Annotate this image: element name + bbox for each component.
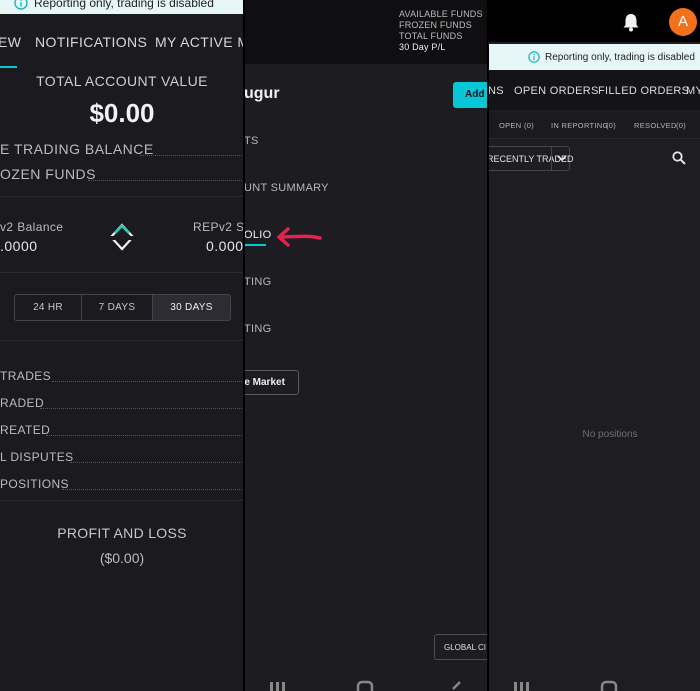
reporting-only-banner: Reporting only, trading is disabled [0,0,244,14]
rep-staked-value: 0.000 [206,238,244,254]
tab-positions[interactable]: NS [488,85,504,97]
reporting-only-banner: Reporting only, trading is disabled [488,44,700,70]
profit-and-loss-label: PROFIT AND LOSS [57,525,187,541]
menu-item-portfolio[interactable]: OLIO [244,229,272,241]
augur-brand: ugur [244,85,280,102]
dropdown-separator [551,147,552,170]
available-funds-label: AVAILABLE FUNDS [399,9,483,19]
funds-header: AVAILABLE FUNDS FROZEN FUNDS TOTAL FUNDS… [244,0,488,64]
stat-successful-disputes-label: L DISPUTES [0,450,74,464]
filter-resolved-count: (0) [676,121,687,130]
active-tab-underline [0,66,17,68]
global-chat-button[interactable]: GLOBAL CI [434,634,488,660]
tab-my-active-markets[interactable]: MY ACTIVE M [155,34,244,50]
stat-markets-traded-label: RADED [0,396,45,410]
total-account-value-label: TOTAL ACCOUNT VALUE [36,73,208,89]
banner-text: Reporting only, trading is disabled [545,52,695,63]
menu-item-markets[interactable]: TS [244,135,259,147]
info-icon [528,51,540,63]
rep-balance-label: v2 Balance [0,220,64,234]
menu-item-disputing[interactable]: TING [244,276,271,288]
filter-open[interactable]: OPEN [499,121,521,130]
period-24hr-button[interactable]: 24 HR [15,295,81,320]
tab-overview[interactable]: EW [0,34,21,50]
position-filter-tabs: OPEN (0) IN REPORTING (0) RESOLVED (0) [488,112,700,139]
dotted-leader [70,462,244,463]
period-7days-button[interactable]: 7 DAYS [82,295,152,320]
period-selector: 24 HR 7 DAYS 30 DAYS [14,294,231,321]
pl-30-day-label: 30 Day P/L [399,42,446,52]
portfolio-tabs: NS OPEN ORDERS FILLED ORDERS MY [488,70,700,110]
augur-logo-icon [109,223,135,251]
panel-separator [487,0,489,691]
top-app-bar: A [488,0,700,42]
section-divider [0,340,244,341]
total-account-value: $0.00 [89,98,155,128]
stat-markets-created-label: REATED [0,423,51,437]
create-market-label: te Market [244,377,285,388]
info-icon [14,0,28,10]
tab-open-orders[interactable]: OPEN ORDERS [514,85,599,97]
add-funds-button[interactable]: Add [453,82,488,108]
dotted-leader [62,489,244,490]
panel-separator [243,0,245,691]
filter-in-reporting-count: (0) [606,121,617,130]
dotted-leader [88,180,244,181]
frozen-funds-label: FROZEN FUNDS [399,20,472,30]
portfolio-menu-panel: AVAILABLE FUNDS FROZEN FUNDS TOTAL FUNDS… [244,0,488,691]
dotted-leader [40,408,244,409]
android-nav-bar [514,680,618,691]
empty-state-text: No positions [582,429,638,440]
sort-dropdown[interactable]: RECENTLY TRADED [488,146,574,171]
filter-open-count: (0) [524,121,535,130]
stat-trades-label: TRADES [0,369,52,383]
tab-my-markets[interactable]: MY [686,85,700,97]
dotted-leader [46,435,244,436]
frozen-funds-label: OZEN FUNDS [0,166,96,182]
annotation-arrow-icon [277,227,322,247]
search-icon[interactable] [672,151,686,165]
account-summary-panel: Reporting only, trading is disabled EW N… [0,0,244,691]
avatar[interactable]: A [669,8,697,36]
menu-item-account-summary[interactable]: UNT SUMMARY [244,182,329,194]
section-divider [0,500,244,501]
funds-summary: AVAILABLE FUNDS FROZEN FUNDS TOTAL FUNDS… [399,9,483,53]
active-menu-underline [244,244,266,246]
menu-item-reporting[interactable]: TING [244,323,271,335]
dotted-leader [52,381,244,382]
positions-panel: A Reporting only, trading is disabled NS… [488,0,700,691]
chevron-down-icon [557,155,567,162]
total-funds-label: TOTAL FUNDS [399,31,463,41]
filter-in-reporting[interactable]: IN REPORTING [551,121,609,130]
stat-redeemed-positions-label: POSITIONS [0,477,69,491]
dotted-leader [140,155,244,156]
bell-icon[interactable] [622,13,640,32]
period-30days-button[interactable]: 30 DAYS [153,295,230,320]
profit-and-loss-value: ($0.00) [99,550,145,566]
banner-text: Reporting only, trading is disabled [34,0,214,10]
tab-filled-orders[interactable]: FILLED ORDERS [598,85,689,97]
android-nav-bar [270,680,461,691]
rep-balance-value: .0000 [0,238,38,254]
section-divider [0,196,244,197]
create-market-button[interactable]: te Market [244,370,299,395]
tab-notifications[interactable]: NOTIFICATIONS [35,34,147,50]
account-tabs: EW NOTIFICATIONS MY ACTIVE M [0,14,244,68]
trading-balance-label: E TRADING BALANCE [0,141,154,157]
filter-resolved[interactable]: RESOLVED [634,121,677,130]
rep-staked-label: REPv2 Sta [193,220,244,234]
section-divider [0,272,244,273]
